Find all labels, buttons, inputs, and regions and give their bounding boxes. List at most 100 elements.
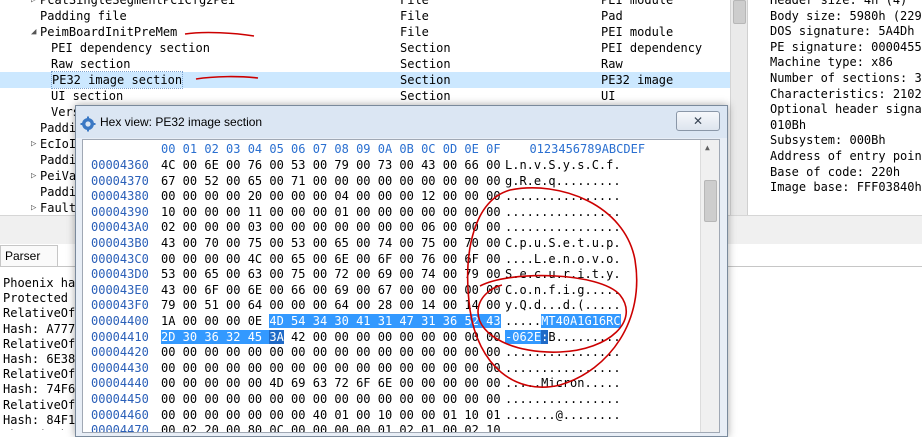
close-button[interactable]: ✕ bbox=[676, 111, 720, 131]
tree-row[interactable]: ▷ PcatSingleSegmentPciCfg2Pei File PEI modu… bbox=[0, 0, 730, 8]
info-panel: Header size: 4h (4) Body size: 5980h (229… bbox=[747, 0, 922, 215]
hex-bytes[interactable]: 00 02 20 00 80 0C 00 00 00 00 01 02 01 0… bbox=[161, 423, 501, 432]
expander-icon[interactable]: ◢ bbox=[31, 24, 36, 40]
hex-bytes[interactable]: 02 00 00 00 03 00 00 00 00 00 00 00 06 0… bbox=[161, 220, 501, 236]
expander-icon[interactable]: ▷ bbox=[31, 136, 36, 152]
tree-row[interactable]: ◢ PeimBoardInitPreMem File PEI module bbox=[0, 24, 730, 40]
hex-bytes-rest: 42 00 00 00 00 00 00 00 00 00 bbox=[283, 329, 501, 344]
log-line: Hash: 74F6 bbox=[3, 382, 76, 397]
hex-bytes[interactable]: 79 00 51 00 64 00 00 00 64 00 28 00 14 0… bbox=[161, 298, 501, 314]
ascii-selection[interactable]: -062E bbox=[505, 329, 542, 344]
hex-bytes[interactable]: 00 00 00 00 00 00 00 00 00 00 00 00 00 0… bbox=[161, 361, 501, 377]
hex-ascii[interactable]: C.p.u.S.e.t.u.p. bbox=[505, 236, 621, 252]
hex-selection[interactable]: 4D 54 34 30 41 31 47 31 36 52 43 bbox=[269, 314, 501, 328]
expander-icon[interactable]: ▷ bbox=[31, 0, 36, 8]
hex-bytes-plain: 4C 00 6E 00 76 00 53 00 79 00 73 00 43 0… bbox=[161, 158, 501, 172]
ascii-plain: y.Q.d...d.(..... bbox=[505, 298, 621, 313]
hex-ascii[interactable]: ................ bbox=[505, 361, 621, 377]
hex-ascii[interactable]: C.o.n.f.i.g..... bbox=[505, 283, 621, 299]
tree-scrollbar[interactable] bbox=[730, 0, 747, 215]
hex-bytes[interactable]: 53 00 65 00 63 00 75 00 72 00 69 00 74 0… bbox=[161, 267, 501, 283]
scroll-up-icon[interactable]: ▲ bbox=[705, 143, 710, 152]
ascii-plain: g.R.e.q......... bbox=[505, 173, 621, 188]
hex-ascii[interactable]: ................ bbox=[505, 220, 621, 236]
ascii-selection[interactable]: MT40A1G16RC bbox=[541, 314, 621, 328]
hex-ascii[interactable]: g.R.e.q......... bbox=[505, 174, 621, 190]
tree-row[interactable]: Raw section Section Raw bbox=[0, 56, 730, 72]
hex-ascii[interactable]: ....L.e.n.o.v.o. bbox=[505, 252, 621, 268]
ascii-plain: ....L.e.n.o.v.o. bbox=[505, 251, 621, 266]
hex-bytes[interactable]: 00 00 00 00 00 00 00 00 00 00 00 00 00 0… bbox=[161, 392, 501, 408]
ascii-plain: .....Micron..... bbox=[505, 376, 621, 391]
hex-bytes-plain: 10 00 00 00 11 00 00 00 01 00 00 00 00 0… bbox=[161, 204, 501, 219]
hex-ascii[interactable]: .....MT40A1G16RC bbox=[505, 314, 621, 330]
ascii-plain: L.n.v.S.y.s.C.f. bbox=[505, 158, 621, 172]
hex-address: 00004460 bbox=[91, 407, 149, 422]
hex-bytes[interactable]: 00 00 00 00 00 00 00 00 00 00 00 00 00 0… bbox=[161, 345, 501, 361]
info-line: Optional header signat bbox=[770, 102, 922, 117]
hex-bytes[interactable]: 43 00 6F 00 6E 00 66 00 69 00 67 00 00 0… bbox=[161, 283, 501, 299]
hex-bytes[interactable]: 4C 00 6E 00 76 00 53 00 79 00 73 00 43 0… bbox=[161, 158, 501, 174]
tree-row[interactable]: Padding file File Pad bbox=[0, 8, 730, 24]
tree-item-subtype: PEI dependency bbox=[601, 41, 703, 55]
hex-bytes-plain: 43 00 6F 00 6E 00 66 00 69 00 67 00 00 0… bbox=[161, 282, 501, 297]
hex-ascii[interactable]: ................ bbox=[505, 423, 621, 432]
hex-bytes[interactable]: 00 00 00 00 00 00 00 40 01 00 10 00 00 0… bbox=[161, 408, 501, 424]
hex-ascii[interactable]: y.Q.d...d.(..... bbox=[505, 298, 621, 314]
tree-item-subtype: UI bbox=[601, 89, 616, 103]
hex-address: 000043F0 bbox=[91, 298, 149, 313]
hex-selection[interactable]: 2D 30 36 32 45 bbox=[161, 329, 270, 344]
info-line: DOS signature: 5A4Dh bbox=[770, 24, 915, 39]
tab-parser[interactable]: Parser bbox=[0, 245, 58, 266]
hex-bytes[interactable]: 10 00 00 00 11 00 00 00 01 00 00 00 00 0… bbox=[161, 205, 501, 221]
hex-ascii[interactable]: -062E:B......... bbox=[505, 329, 621, 346]
info-line: Header size: 4h (4) bbox=[770, 0, 908, 7]
ascii-plain: ................ bbox=[505, 345, 621, 360]
hex-address: 00004370 bbox=[91, 173, 149, 188]
ascii-plain: ................ bbox=[505, 220, 621, 235]
tree-row[interactable]: UI section Section UI bbox=[0, 88, 730, 104]
tree-row[interactable]: PEI dependency section Section PEI depende… bbox=[0, 40, 730, 56]
hex-ascii[interactable]: ................ bbox=[505, 345, 621, 361]
hex-address: 00004390 bbox=[91, 204, 149, 219]
hex-bytes[interactable]: 2D 30 36 32 45 3A 42 00 00 00 00 00 00 0… bbox=[161, 329, 501, 346]
hex-ascii[interactable]: .......@........ bbox=[505, 408, 621, 424]
hex-bytes[interactable]: 00 00 00 00 00 4D 69 63 72 6F 6E 00 00 0… bbox=[161, 376, 501, 392]
hex-scrollbar[interactable]: ▲ bbox=[700, 140, 719, 432]
hex-ascii[interactable]: ................ bbox=[505, 189, 621, 205]
hex-scrollbar-thumb[interactable] bbox=[704, 180, 717, 222]
info-line: Number of sections: 3 bbox=[770, 71, 922, 85]
tree-item-name: PeimBoardInitPreMem bbox=[40, 25, 178, 39]
hex-bytes[interactable]: 00 00 00 00 20 00 00 00 04 00 00 00 12 0… bbox=[161, 189, 501, 205]
hex-ascii[interactable]: S.e.c.u.r.i.t.y. bbox=[505, 267, 621, 283]
info-line: Address of entry point bbox=[770, 149, 922, 163]
tree-item-name: Padding file bbox=[40, 9, 127, 23]
hex-bytes[interactable]: 43 00 70 00 75 00 53 00 65 00 74 00 75 0… bbox=[161, 236, 501, 252]
tree-row[interactable]: PE32 image section Section PE32 image bbox=[0, 71, 730, 89]
hex-ascii[interactable]: L.n.v.S.y.s.C.f. bbox=[505, 158, 621, 174]
tree-item-type: Section bbox=[400, 41, 451, 55]
hex-address: 00004380 bbox=[91, 189, 149, 204]
ascii-plain: ................ bbox=[505, 189, 621, 204]
hex-view-dialog: Hex view: PE32 image section ✕ 00 01 02 … bbox=[75, 105, 728, 437]
hex-ascii[interactable]: .....Micron..... bbox=[505, 376, 621, 392]
tree-item-subtype: PEI module bbox=[601, 25, 674, 39]
hex-bytes[interactable]: 1A 00 00 00 0E 4D 54 34 30 41 31 47 31 3… bbox=[161, 314, 501, 330]
hex-cursor[interactable]: 3A bbox=[269, 329, 284, 344]
log-line: Phoenix ha bbox=[3, 428, 75, 430]
expander-icon[interactable]: ▷ bbox=[31, 168, 36, 184]
hex-bytes-plain: 79 00 51 00 64 00 00 00 64 00 28 00 14 0… bbox=[161, 298, 501, 313]
tree-item-name: PcatSingleSegmentPciCfg2Pei bbox=[40, 0, 236, 7]
hex-ascii[interactable]: ................ bbox=[505, 392, 621, 408]
hex-ascii[interactable]: ................ bbox=[505, 205, 621, 221]
hex-view[interactable]: 00 01 02 03 04 05 06 07 08 09 0A 0B 0C 0… bbox=[82, 139, 720, 433]
info-line: Image base: FFF03840h bbox=[770, 180, 922, 195]
expander-icon[interactable]: ▷ bbox=[31, 200, 36, 215]
gear-icon bbox=[80, 116, 96, 132]
tree-scrollbar-thumb[interactable] bbox=[733, 0, 746, 24]
hex-bytes[interactable]: 00 00 00 00 4C 00 65 00 6E 00 6F 00 76 0… bbox=[161, 252, 501, 268]
hex-bytes-plain: 53 00 65 00 63 00 75 00 72 00 69 00 74 0… bbox=[161, 267, 501, 282]
hex-bytes[interactable]: 67 00 52 00 65 00 71 00 00 00 00 00 00 0… bbox=[161, 174, 501, 190]
log-line: RelativeOf bbox=[3, 367, 76, 382]
dialog-titlebar[interactable]: Hex view: PE32 image section ✕ bbox=[76, 106, 727, 138]
